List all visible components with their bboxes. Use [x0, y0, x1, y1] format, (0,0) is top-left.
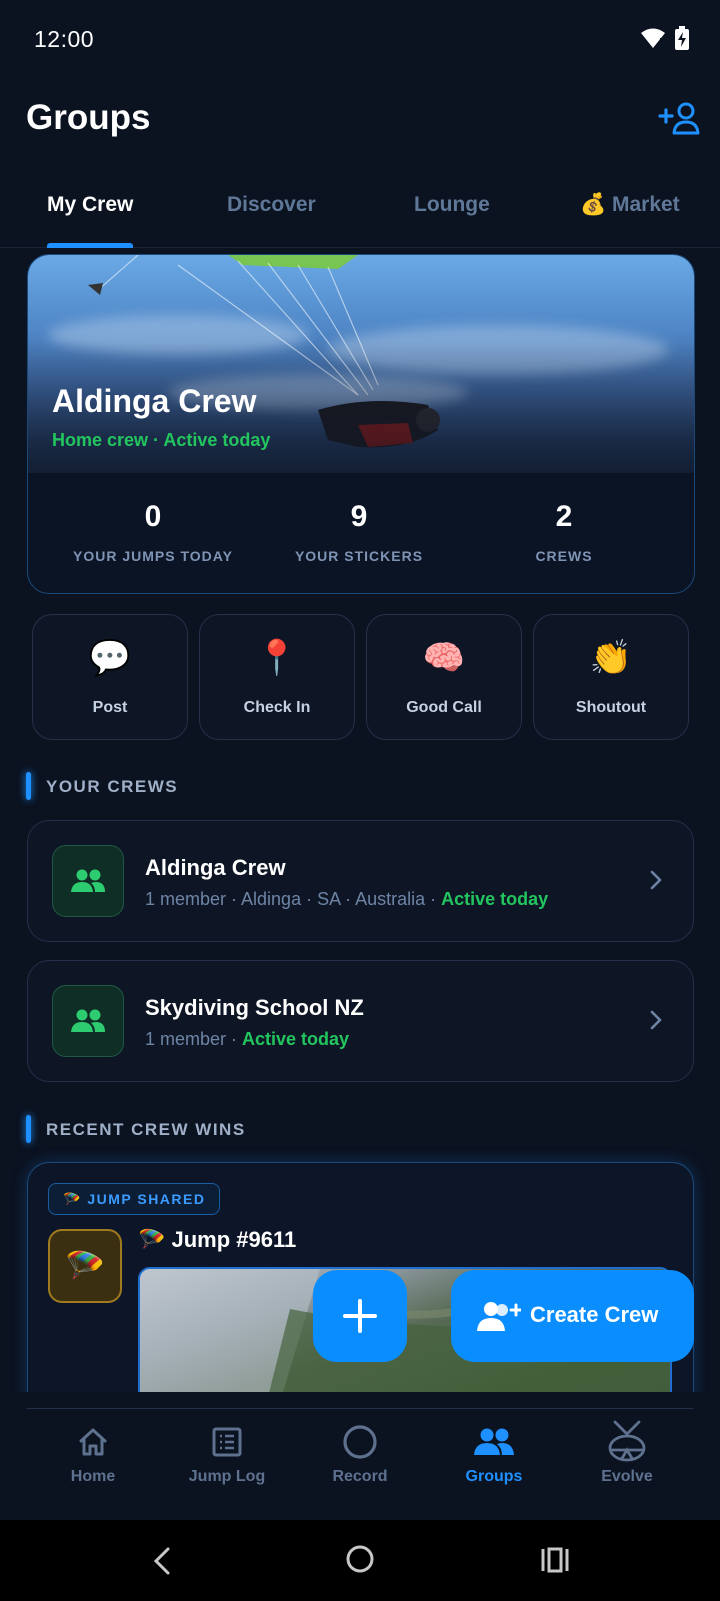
section-title-recent-wins: RECENT CREW WINS [46, 1120, 246, 1139]
stat-label: YOUR STICKERS [294, 548, 424, 564]
crew-meta-text: 1 member · Aldinga · SA · Australia · [145, 889, 442, 909]
wifi-icon [641, 28, 665, 48]
chevron-right-icon [650, 1010, 662, 1030]
evolve-icon [608, 1420, 646, 1462]
check-in-button[interactable]: 📍 Check In [199, 614, 355, 740]
home-crew-card[interactable]: Aldinga Crew Home crew · Active today 0 … [27, 254, 695, 594]
plus-icon [343, 1299, 377, 1333]
crew-row-skydiving-school-nz[interactable]: Skydiving School NZ 1 member · Active to… [27, 960, 694, 1082]
clapping-hands-icon: 👏 [589, 639, 633, 677]
stat-value: 9 [350, 500, 368, 533]
crew-meta: 1 member · Active today [145, 1029, 349, 1050]
stat-label: CREWS [535, 548, 593, 564]
section-accent-bar [26, 772, 31, 800]
add-person-button[interactable] [658, 100, 702, 140]
stat-label: YOUR JUMPS TODAY [73, 548, 233, 564]
recents-icon[interactable] [540, 1546, 570, 1574]
good-call-button[interactable]: 🧠 Good Call [366, 614, 522, 740]
create-crew-label: Create Crew [530, 1302, 659, 1327]
shoutout-button[interactable]: 👏 Shoutout [533, 614, 689, 740]
nav-label: Groups [465, 1468, 523, 1485]
stat-value: 2 [555, 500, 573, 533]
status-bar: 12:00 [0, 0, 720, 80]
nav-record[interactable]: Record [293, 1422, 427, 1486]
add-button[interactable] [313, 1270, 407, 1362]
group-icon [71, 869, 105, 892]
crew-activity: Active today [242, 1029, 350, 1049]
crew-name: Aldinga Crew [52, 383, 257, 419]
tab-lounge[interactable]: Lounge [414, 193, 490, 217]
section-accent-bar [26, 1115, 31, 1143]
action-label: Good Call [406, 699, 482, 716]
create-crew-button[interactable]: Create Crew [451, 1270, 694, 1362]
home-circle-icon[interactable] [345, 1544, 375, 1574]
tab-my-crew[interactable]: My Crew [47, 193, 133, 217]
win-title: 🪂 Jump #9611 [138, 1227, 297, 1252]
nav-label: Home [70, 1468, 116, 1485]
record-icon [343, 1425, 377, 1459]
add-person-icon [658, 102, 700, 135]
stat-stickers: 9 YOUR STICKERS [248, 500, 470, 564]
crew-avatar [52, 985, 124, 1057]
home-icon [79, 1428, 107, 1456]
crew-status: Home crew · Active today [52, 430, 271, 450]
add-group-icon [477, 1302, 521, 1331]
battery-icon [675, 26, 689, 50]
crew-meta-text: 1 member · [145, 1029, 243, 1049]
group-icon [71, 1009, 105, 1032]
jump-shared-badge: 🪂 JUMP SHARED [48, 1183, 221, 1215]
action-label: Post [92, 699, 128, 716]
stat-jumps-today: 0 YOUR JUMPS TODAY [42, 500, 264, 564]
nav-jump-log[interactable]: Jump Log [160, 1422, 294, 1486]
crew-row-aldinga[interactable]: Aldinga Crew 1 member · Aldinga · SA · A… [27, 820, 694, 942]
action-label: Shoutout [575, 699, 647, 716]
nav-home[interactable]: Home [26, 1422, 160, 1486]
nav-evolve[interactable]: Evolve [560, 1420, 694, 1486]
bottom-navigation: Home Jump Log Record Groups Evolve [0, 1392, 720, 1520]
status-time: 12:00 [34, 26, 95, 52]
speech-bubble-icon: 💬 [88, 639, 132, 677]
stat-value: 0 [144, 500, 162, 533]
nav-label: Jump Log [188, 1468, 266, 1485]
parachute-icon: 🪂 [48, 1229, 122, 1303]
page-title: Groups [26, 98, 151, 137]
groups-icon [474, 1428, 514, 1455]
active-tab-indicator [47, 243, 133, 248]
action-label: Check In [243, 699, 311, 716]
system-navigation-bar [0, 1520, 720, 1601]
stat-crews: 2 CREWS [453, 500, 675, 564]
nav-groups[interactable]: Groups [427, 1422, 561, 1486]
status-icons [640, 26, 690, 50]
tab-bar: My Crew Discover Lounge 💰 Market [0, 175, 720, 248]
back-icon[interactable] [152, 1546, 172, 1576]
chevron-right-icon [650, 870, 662, 890]
crew-name: Skydiving School NZ [145, 995, 364, 1020]
nav-label: Record [332, 1468, 388, 1485]
tab-market[interactable]: 💰 Market [580, 193, 680, 217]
post-button[interactable]: 💬 Post [32, 614, 188, 740]
tab-discover[interactable]: Discover [227, 193, 316, 217]
brain-icon: 🧠 [422, 639, 466, 677]
crew-avatar [52, 845, 124, 917]
crew-name: Aldinga Crew [145, 855, 286, 880]
section-title-your-crews: YOUR CREWS [46, 777, 179, 796]
crew-activity: Active today [441, 889, 549, 909]
pin-icon: 📍 [255, 639, 299, 677]
crew-meta: 1 member · Aldinga · SA · Australia · Ac… [145, 889, 548, 910]
divider [27, 1408, 693, 1409]
nav-label: Evolve [601, 1468, 653, 1485]
log-icon [212, 1427, 242, 1457]
